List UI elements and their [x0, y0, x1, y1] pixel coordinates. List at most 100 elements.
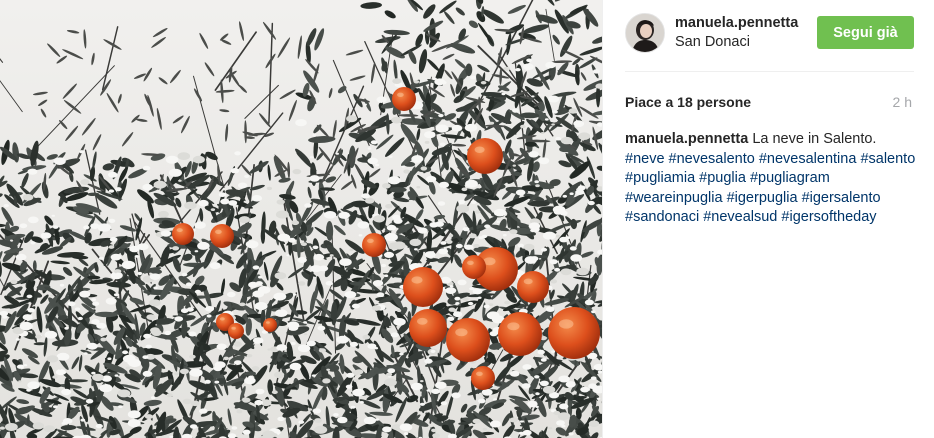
- snow-clump: [473, 243, 480, 248]
- following-button[interactable]: Segui già: [817, 16, 914, 49]
- snow-clump: [411, 155, 424, 163]
- snow-clump: [455, 302, 460, 305]
- snow-clump: [197, 241, 210, 250]
- snow-clump: [578, 132, 591, 140]
- snow-clump: [242, 429, 251, 435]
- snow-clump: [484, 224, 491, 229]
- snow-clump: [449, 285, 454, 288]
- hashtag-link[interactable]: #nevesalentina: [759, 151, 857, 167]
- post-photo[interactable]: [0, 0, 602, 438]
- post-location[interactable]: San Donaci: [675, 34, 750, 50]
- leaf: [388, 187, 407, 193]
- snow-clump: [477, 296, 482, 299]
- author-username[interactable]: manuela.pennetta: [675, 15, 798, 31]
- snow-clump: [83, 225, 90, 230]
- orange-fruit: [172, 223, 194, 245]
- hashtag-link[interactable]: #igersalento: [802, 190, 881, 206]
- snow-clump: [121, 260, 136, 270]
- snow-clump: [359, 401, 364, 404]
- snow-clump: [440, 241, 447, 245]
- snow-clump: [18, 380, 22, 383]
- caption-username[interactable]: manuela.pennetta: [625, 131, 748, 147]
- hashtag-link[interactable]: #salento: [860, 151, 915, 167]
- snow-clump: [502, 234, 507, 237]
- hashtag-link[interactable]: #pugliagram: [750, 170, 830, 186]
- snow-clump: [277, 233, 291, 242]
- snow-clump: [188, 331, 197, 337]
- snow-clump: [289, 362, 302, 371]
- snow-clump: [312, 408, 322, 414]
- snow-clump: [303, 321, 308, 324]
- fruit-highlight: [397, 92, 404, 97]
- snow-clump: [349, 341, 359, 347]
- snow-clump: [431, 428, 437, 433]
- avatar[interactable]: [625, 13, 665, 53]
- snow-clump: [432, 433, 440, 438]
- snow-clump: [53, 157, 66, 165]
- fruit-highlight: [416, 317, 428, 325]
- snow-clump: [27, 168, 38, 175]
- snow-clump: [489, 331, 498, 337]
- snow-clump: [189, 354, 196, 359]
- snow-clump: [22, 314, 33, 321]
- snow-clump: [181, 272, 188, 277]
- snow-clump: [64, 326, 69, 330]
- snow-clump: [376, 292, 385, 298]
- snow-clump: [387, 176, 401, 185]
- snow-clump: [480, 81, 487, 85]
- snow-clump: [363, 416, 376, 425]
- header-divider: [625, 71, 914, 72]
- snow-clump: [199, 408, 208, 414]
- snow-clump: [451, 392, 461, 399]
- hashtag-link[interactable]: #nevealsud: [703, 209, 777, 225]
- snow-clump: [19, 223, 28, 229]
- hashtag-link[interactable]: #pugliamia: [625, 170, 695, 186]
- snow-clump: [483, 304, 490, 309]
- snow-clump: [67, 301, 76, 307]
- snow-clump: [376, 96, 387, 103]
- snow-clump: [461, 187, 468, 192]
- hashtag-link[interactable]: #neve: [625, 151, 665, 167]
- hashtag-link[interactable]: #puglia: [699, 170, 746, 186]
- snow-clump: [216, 343, 227, 350]
- snow-clump: [178, 179, 182, 182]
- hashtag-link[interactable]: #sandonaci: [625, 209, 699, 225]
- snow-clump: [255, 388, 265, 395]
- snow-clump: [592, 69, 601, 74]
- likes-count[interactable]: Piace a 18 persone: [625, 94, 751, 110]
- snow-clump: [22, 194, 34, 201]
- snow-clump: [409, 238, 422, 247]
- hashtag-link[interactable]: #weareinpuglia: [625, 190, 723, 206]
- snow-clump: [0, 426, 5, 430]
- snow-clump: [194, 221, 206, 229]
- orange-fruit: [263, 318, 277, 332]
- snow-clump: [56, 352, 70, 361]
- snow-clump: [551, 123, 555, 126]
- post-timestamp[interactable]: 2 h: [893, 94, 912, 110]
- hashtag-link[interactable]: #igersoftheday: [781, 209, 876, 225]
- hashtag-link[interactable]: #igerpuglia: [727, 190, 798, 206]
- snow-clump: [540, 247, 548, 252]
- snow-clump: [522, 364, 532, 370]
- snow-clump: [539, 380, 549, 387]
- snow-clump: [544, 297, 551, 302]
- snow-clump: [329, 254, 334, 257]
- snow-clump: [435, 381, 447, 389]
- snow-clump: [40, 232, 52, 239]
- caption-text: La neve in Salento.: [752, 131, 877, 147]
- snow-clump: [496, 220, 500, 223]
- snow-clump: [462, 297, 469, 302]
- snow-clump: [115, 187, 122, 192]
- snow-clump: [118, 405, 123, 408]
- snow-clump: [374, 347, 379, 350]
- snow-clump: [382, 183, 391, 189]
- snow-clump: [288, 324, 299, 331]
- snow-clump: [519, 420, 524, 423]
- snow-clump: [515, 189, 526, 196]
- snow-clump: [433, 77, 437, 81]
- hashtag-link[interactable]: #nevesalento: [669, 151, 755, 167]
- snow-clump: [79, 290, 91, 298]
- snow-clump: [384, 233, 398, 242]
- snow-clump: [297, 257, 307, 263]
- snow-clump: [15, 338, 20, 341]
